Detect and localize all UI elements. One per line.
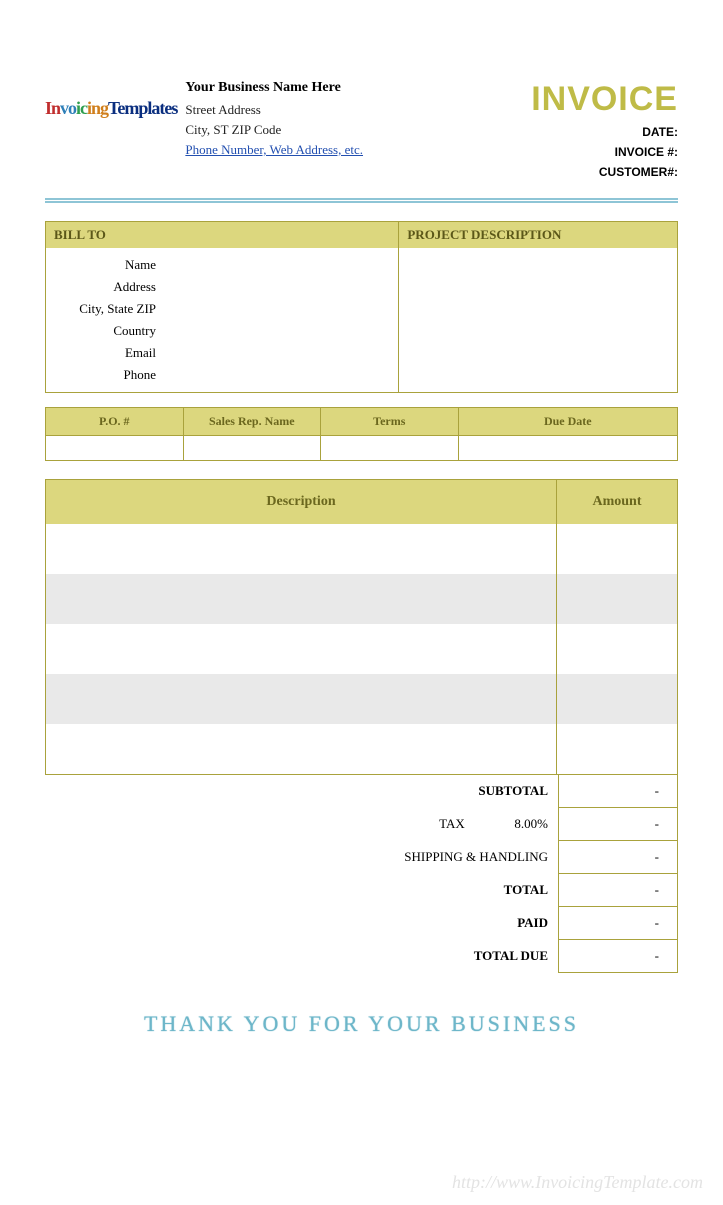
project-description: PROJECT DESCRIPTION: [399, 222, 677, 392]
invoice-title: INVOICE: [531, 80, 678, 119]
totals-row-totaldue: TOTAL DUE -: [45, 940, 678, 973]
po-col-number: P.O. #: [46, 408, 184, 460]
billto-left: BILL TO Name Address City, State ZIP Cou…: [46, 222, 399, 392]
totals-row-tax: TAX 8.00% -: [45, 808, 678, 841]
billto-section: BILL TO Name Address City, State ZIP Cou…: [45, 221, 678, 393]
thank-you-message: THANK YOU FOR YOUR BUSINESS: [45, 1011, 678, 1037]
divider-rule: [45, 197, 678, 203]
items-head: Description Amount: [46, 480, 677, 524]
billto-label-country: Country: [46, 323, 166, 339]
billto-row-phone: Phone: [46, 364, 398, 386]
billto-row-address: Address: [46, 276, 398, 298]
item-row: [46, 574, 677, 624]
tax-rate: 8.00%: [488, 816, 548, 832]
totaldue-value: -: [558, 940, 678, 973]
paid-value: -: [558, 907, 678, 940]
billto-label-csz: City, State ZIP: [46, 301, 166, 317]
billto-label-email: Email: [46, 345, 166, 361]
po-head-salesrep: Sales Rep. Name: [184, 408, 321, 436]
item-row: [46, 624, 677, 674]
billto-label-name: Name: [46, 257, 166, 273]
meta-invoice-label: INVOICE #:: [531, 145, 678, 159]
shipping-label: SHIPPING & HANDLING: [404, 849, 548, 864]
totaldue-label: TOTAL DUE: [474, 948, 548, 963]
business-city-line: City, ST ZIP Code: [185, 122, 363, 138]
items-head-amount: Amount: [557, 480, 677, 524]
po-cell-terms: [321, 436, 458, 460]
item-amt-cell: [557, 674, 677, 724]
item-desc-cell: [46, 524, 557, 574]
subtotal-value: -: [558, 775, 678, 808]
po-cell-salesrep: [184, 436, 321, 460]
billto-row-csz: City, State ZIP: [46, 298, 398, 320]
item-row: [46, 724, 677, 774]
item-desc-cell: [46, 574, 557, 624]
header-right: INVOICE DATE: INVOICE #: CUSTOMER#:: [531, 80, 678, 185]
po-cell-number: [46, 436, 183, 460]
item-amt-cell: [557, 724, 677, 774]
billto-row-country: Country: [46, 320, 398, 342]
totals-row-paid: PAID -: [45, 907, 678, 940]
totals-row-subtotal: SUBTOTAL -: [45, 775, 678, 808]
business-name: Your Business Name Here: [185, 80, 363, 96]
invoice-page: InvoicingTemplates Your Business Name He…: [0, 0, 723, 1077]
business-block: Your Business Name Here Street Address C…: [185, 80, 363, 185]
total-label: TOTAL: [504, 882, 548, 897]
paid-label: PAID: [517, 915, 548, 930]
meta-customer-label: CUSTOMER#:: [531, 165, 678, 179]
logo-text-part: Templates: [108, 98, 177, 118]
logo: InvoicingTemplates: [45, 98, 177, 185]
header: InvoicingTemplates Your Business Name He…: [45, 80, 678, 185]
billto-header: BILL TO: [46, 222, 398, 248]
po-col-salesrep: Sales Rep. Name: [184, 408, 322, 460]
totals-row-shipping: SHIPPING & HANDLING -: [45, 841, 678, 874]
totals-row-total: TOTAL -: [45, 874, 678, 907]
po-cell-duedate: [459, 436, 677, 460]
item-amt-cell: [557, 624, 677, 674]
item-desc-cell: [46, 674, 557, 724]
po-col-duedate: Due Date: [459, 408, 677, 460]
items-table: Description Amount: [45, 479, 678, 775]
business-street: Street Address: [185, 102, 363, 118]
project-header: PROJECT DESCRIPTION: [399, 222, 677, 248]
po-table: P.O. # Sales Rep. Name Terms Due Date: [45, 407, 678, 461]
subtotal-label: SUBTOTAL: [478, 783, 548, 798]
tax-label: TAX: [439, 816, 465, 831]
item-desc-cell: [46, 624, 557, 674]
tax-value: -: [558, 808, 678, 841]
po-head-duedate: Due Date: [459, 408, 677, 436]
meta-date-label: DATE:: [531, 125, 678, 139]
billto-rows: Name Address City, State ZIP Country Ema…: [46, 248, 398, 392]
item-amt-cell: [557, 574, 677, 624]
item-row: [46, 524, 677, 574]
billto-row-email: Email: [46, 342, 398, 364]
po-head-number: P.O. #: [46, 408, 183, 436]
shipping-value: -: [558, 841, 678, 874]
po-head-terms: Terms: [321, 408, 458, 436]
total-value: -: [558, 874, 678, 907]
item-row: [46, 674, 677, 724]
po-col-terms: Terms: [321, 408, 459, 460]
billto-label-phone: Phone: [46, 367, 166, 383]
items-head-description: Description: [46, 480, 557, 524]
business-contact-link[interactable]: Phone Number, Web Address, etc.: [185, 142, 363, 157]
item-desc-cell: [46, 724, 557, 774]
item-amt-cell: [557, 524, 677, 574]
totals-section: SUBTOTAL - TAX 8.00% - SHIPPING & HANDLI…: [45, 775, 678, 973]
header-left: InvoicingTemplates Your Business Name He…: [45, 80, 363, 185]
watermark: http://www.InvoicingTemplate.com: [452, 1172, 703, 1193]
billto-label-address: Address: [46, 279, 166, 295]
billto-row-name: Name: [46, 254, 398, 276]
